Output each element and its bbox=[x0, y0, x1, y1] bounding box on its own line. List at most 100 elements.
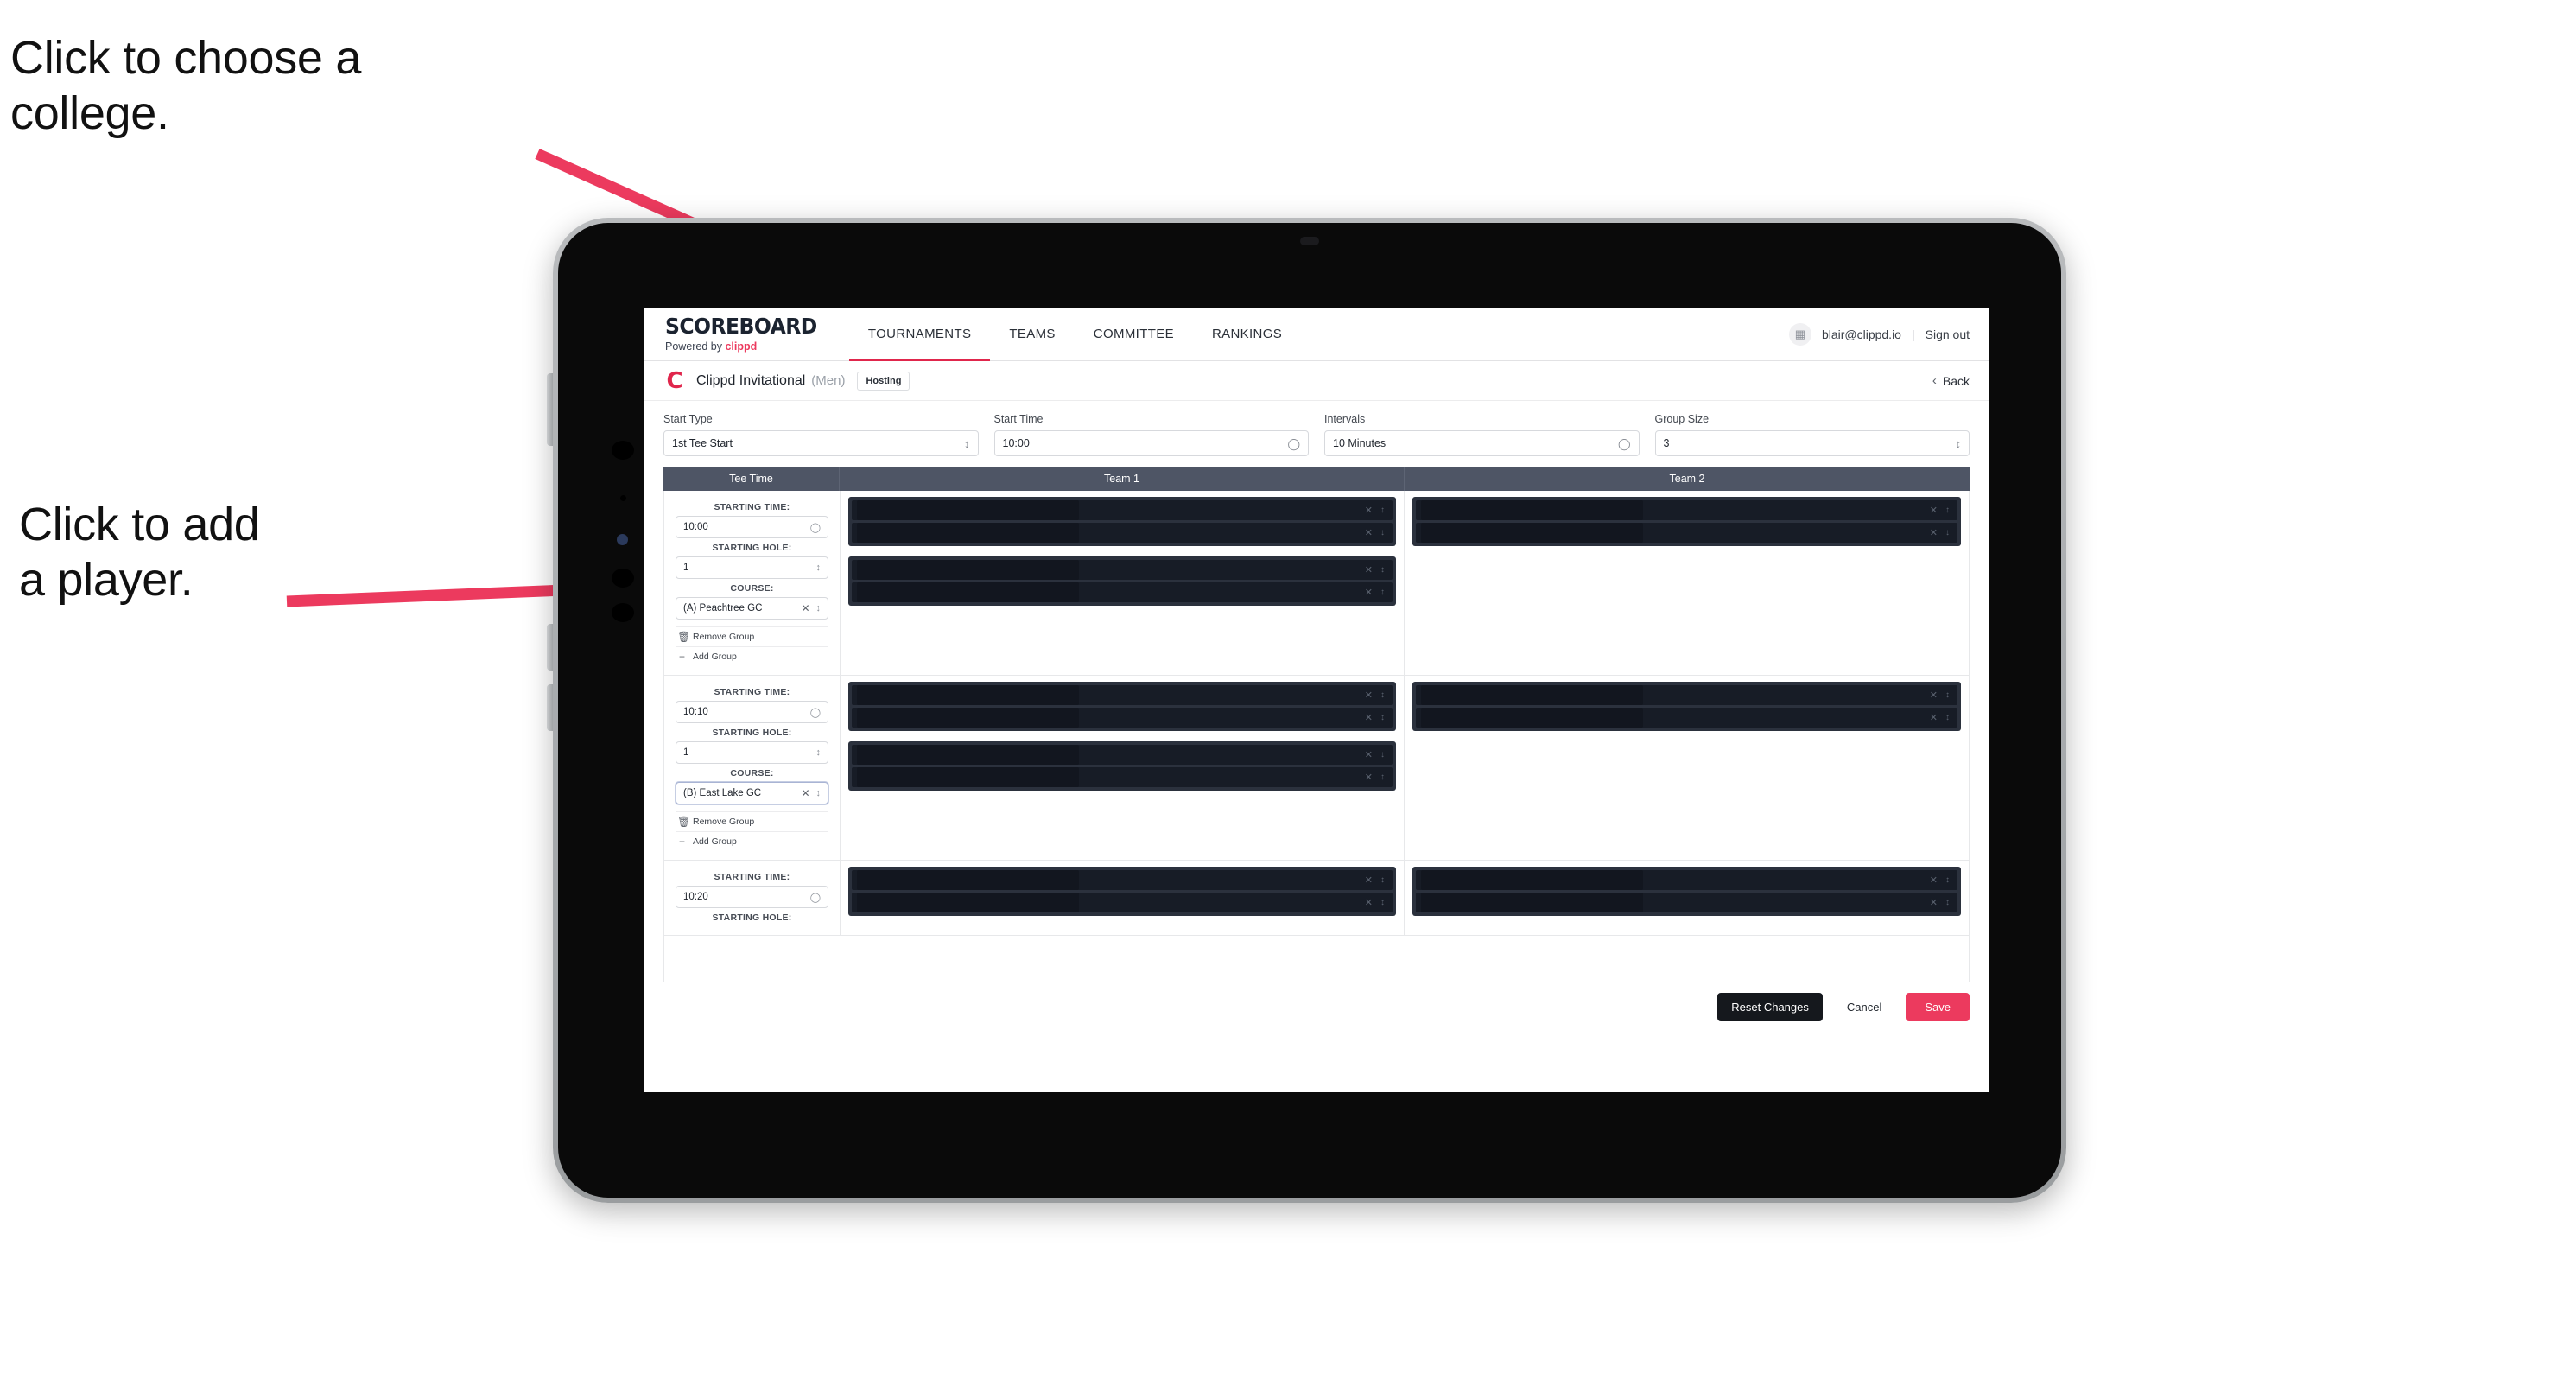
start-type-select[interactable]: 1st Tee Start ↕ bbox=[663, 430, 979, 456]
player-slot[interactable]: ✕ ↕ bbox=[852, 893, 1393, 912]
brand-logo[interactable]: SCOREBOARD Powered by clippd bbox=[644, 308, 849, 360]
stepper-icon[interactable]: ↕ bbox=[1380, 565, 1385, 575]
player-slot[interactable]: ✕ ↕ bbox=[852, 560, 1393, 580]
player-slot[interactable]: ✕ ↕ bbox=[1416, 708, 1957, 728]
stepper-icon[interactable]: ↕ bbox=[816, 788, 822, 798]
player-slot[interactable]: ✕ ↕ bbox=[852, 745, 1393, 765]
starting-hole-input-value: 1 bbox=[683, 563, 689, 573]
player-slot[interactable]: ✕ ↕ bbox=[852, 767, 1393, 787]
start-time-input[interactable]: 10:00 ◯ bbox=[993, 430, 1309, 456]
clock-icon[interactable]: ◯ bbox=[810, 522, 821, 533]
remove-group-button[interactable]: 🗑 Remove Group bbox=[676, 626, 828, 646]
stepper-icon[interactable]: ↕ bbox=[1945, 875, 1950, 885]
starting-hole-input[interactable]: 1 ↕ bbox=[676, 556, 828, 579]
stepper-icon[interactable]: ↕ bbox=[1380, 713, 1385, 722]
stepper-icon[interactable]: ↕ bbox=[1380, 772, 1385, 782]
intervals-input[interactable]: 10 Minutes ◯ bbox=[1324, 430, 1640, 456]
clock-icon[interactable]: ◯ bbox=[1618, 438, 1631, 449]
stepper-icon[interactable]: ↕ bbox=[816, 603, 822, 614]
stepper-icon[interactable]: ↕ bbox=[1380, 690, 1385, 700]
stepper-icon[interactable]: ↕ bbox=[816, 563, 822, 573]
start-time-value: 10:00 bbox=[1002, 437, 1030, 449]
clear-player-icon[interactable]: ✕ bbox=[1365, 874, 1373, 886]
player-slot[interactable]: ✕ ↕ bbox=[1416, 523, 1957, 543]
stepper-icon[interactable]: ↕ bbox=[1945, 898, 1950, 907]
clear-player-icon[interactable]: ✕ bbox=[1365, 772, 1373, 783]
clear-player-icon[interactable]: ✕ bbox=[1365, 527, 1373, 538]
stepper-icon[interactable]: ↕ bbox=[1945, 713, 1950, 722]
sign-out-link[interactable]: Sign out bbox=[1926, 327, 1970, 341]
stepper-icon[interactable]: ↕ bbox=[1380, 750, 1385, 760]
reset-changes-button[interactable]: Reset Changes bbox=[1717, 993, 1823, 1021]
player-slot[interactable]: ✕ ↕ bbox=[1416, 500, 1957, 520]
group-size-select[interactable]: 3 ↕ bbox=[1654, 430, 1970, 456]
tab-committee[interactable]: COMMITTEE bbox=[1075, 308, 1193, 360]
player-slot[interactable]: ✕ ↕ bbox=[852, 870, 1393, 890]
clock-icon[interactable]: ◯ bbox=[1287, 438, 1300, 449]
stepper-icon[interactable]: ↕ bbox=[816, 747, 822, 758]
team-group-block: ✕ ↕ ✕ ↕ bbox=[848, 682, 1396, 731]
player-name-redacted bbox=[857, 523, 1079, 543]
label-intervals: Intervals bbox=[1324, 413, 1366, 425]
clear-player-icon[interactable]: ✕ bbox=[1930, 690, 1938, 701]
course-select[interactable]: (A) Peachtree GC ✕ ↕ bbox=[676, 597, 828, 620]
screenshot-root: Click to choose a college. Click to add … bbox=[0, 0, 2576, 1386]
stepper-icon[interactable]: ↕ bbox=[1945, 690, 1950, 700]
clear-player-icon[interactable]: ✕ bbox=[1365, 712, 1373, 723]
cancel-button[interactable]: Cancel bbox=[1835, 993, 1894, 1021]
plus-icon: + bbox=[678, 836, 685, 848]
stepper-icon[interactable]: ↕ bbox=[1945, 505, 1950, 515]
stepper-icon[interactable]: ↕ bbox=[1380, 505, 1385, 515]
starting-time-input[interactable]: 10:10 ◯ bbox=[676, 701, 828, 723]
clear-player-icon[interactable]: ✕ bbox=[1930, 505, 1938, 516]
tab-rankings[interactable]: RANKINGS bbox=[1193, 308, 1301, 360]
clear-player-icon[interactable]: ✕ bbox=[1365, 564, 1373, 575]
clear-player-icon[interactable]: ✕ bbox=[1365, 749, 1373, 760]
player-slot[interactable]: ✕ ↕ bbox=[852, 500, 1393, 520]
player-slot[interactable]: ✕ ↕ bbox=[1416, 870, 1957, 890]
clear-player-icon[interactable]: ✕ bbox=[1365, 587, 1373, 598]
clear-course-icon[interactable]: ✕ bbox=[801, 787, 809, 799]
player-slot[interactable]: ✕ ↕ bbox=[852, 582, 1393, 602]
clear-player-icon[interactable]: ✕ bbox=[1930, 874, 1938, 886]
tablet-device: SCOREBOARD Powered by clippd TOURNAMENTS… bbox=[547, 218, 2066, 1203]
clear-player-icon[interactable]: ✕ bbox=[1930, 527, 1938, 538]
player-slot[interactable]: ✕ ↕ bbox=[852, 523, 1393, 543]
player-name-redacted bbox=[857, 893, 1079, 912]
tablet-volume-button bbox=[547, 373, 553, 446]
stepper-icon[interactable]: ↕ bbox=[1380, 898, 1385, 907]
stepper-icon[interactable]: ↕ bbox=[1380, 875, 1385, 885]
starting-hole-input-value: 1 bbox=[683, 747, 689, 758]
tournament-name: Clippd Invitational bbox=[696, 372, 806, 388]
user-badge-icon[interactable]: ▦ bbox=[1788, 322, 1811, 346]
save-button[interactable]: Save bbox=[1906, 993, 1970, 1021]
stepper-icon[interactable]: ↕ bbox=[1945, 528, 1950, 537]
starting-time-input[interactable]: 10:20 ◯ bbox=[676, 886, 828, 908]
stepper-icon[interactable]: ↕ bbox=[964, 438, 970, 449]
course-select[interactable]: (B) East Lake GC ✕ ↕ bbox=[676, 782, 828, 804]
add-group-button[interactable]: + Add Group bbox=[676, 831, 828, 851]
stepper-icon[interactable]: ↕ bbox=[1380, 528, 1385, 537]
clear-course-icon[interactable]: ✕ bbox=[801, 602, 809, 614]
tab-teams[interactable]: TEAMS bbox=[990, 308, 1074, 360]
add-group-button[interactable]: + Add Group bbox=[676, 646, 828, 666]
clear-player-icon[interactable]: ✕ bbox=[1930, 897, 1938, 908]
starting-time-input[interactable]: 10:00 ◯ bbox=[676, 516, 828, 538]
clock-icon[interactable]: ◯ bbox=[810, 707, 821, 718]
player-slot[interactable]: ✕ ↕ bbox=[1416, 893, 1957, 912]
player-slot[interactable]: ✕ ↕ bbox=[1416, 685, 1957, 705]
clock-icon[interactable]: ◯ bbox=[810, 892, 821, 903]
grid-body[interactable]: STARTING TIME: 10:00 ◯ STARTING HOLE: 1 ↕ COUR… bbox=[663, 491, 1970, 982]
player-slot[interactable]: ✕ ↕ bbox=[852, 708, 1393, 728]
stepper-icon[interactable]: ↕ bbox=[1956, 438, 1962, 449]
clear-player-icon[interactable]: ✕ bbox=[1365, 505, 1373, 516]
player-slot[interactable]: ✕ ↕ bbox=[852, 685, 1393, 705]
stepper-icon[interactable]: ↕ bbox=[1380, 588, 1385, 597]
starting-hole-input[interactable]: 1 ↕ bbox=[676, 741, 828, 764]
remove-group-button[interactable]: 🗑 Remove Group bbox=[676, 811, 828, 831]
back-link[interactable]: ‹ Back bbox=[1932, 373, 1970, 388]
tab-tournaments[interactable]: TOURNAMENTS bbox=[848, 308, 991, 361]
clear-player-icon[interactable]: ✕ bbox=[1930, 712, 1938, 723]
clear-player-icon[interactable]: ✕ bbox=[1365, 897, 1373, 908]
clear-player-icon[interactable]: ✕ bbox=[1365, 690, 1373, 701]
